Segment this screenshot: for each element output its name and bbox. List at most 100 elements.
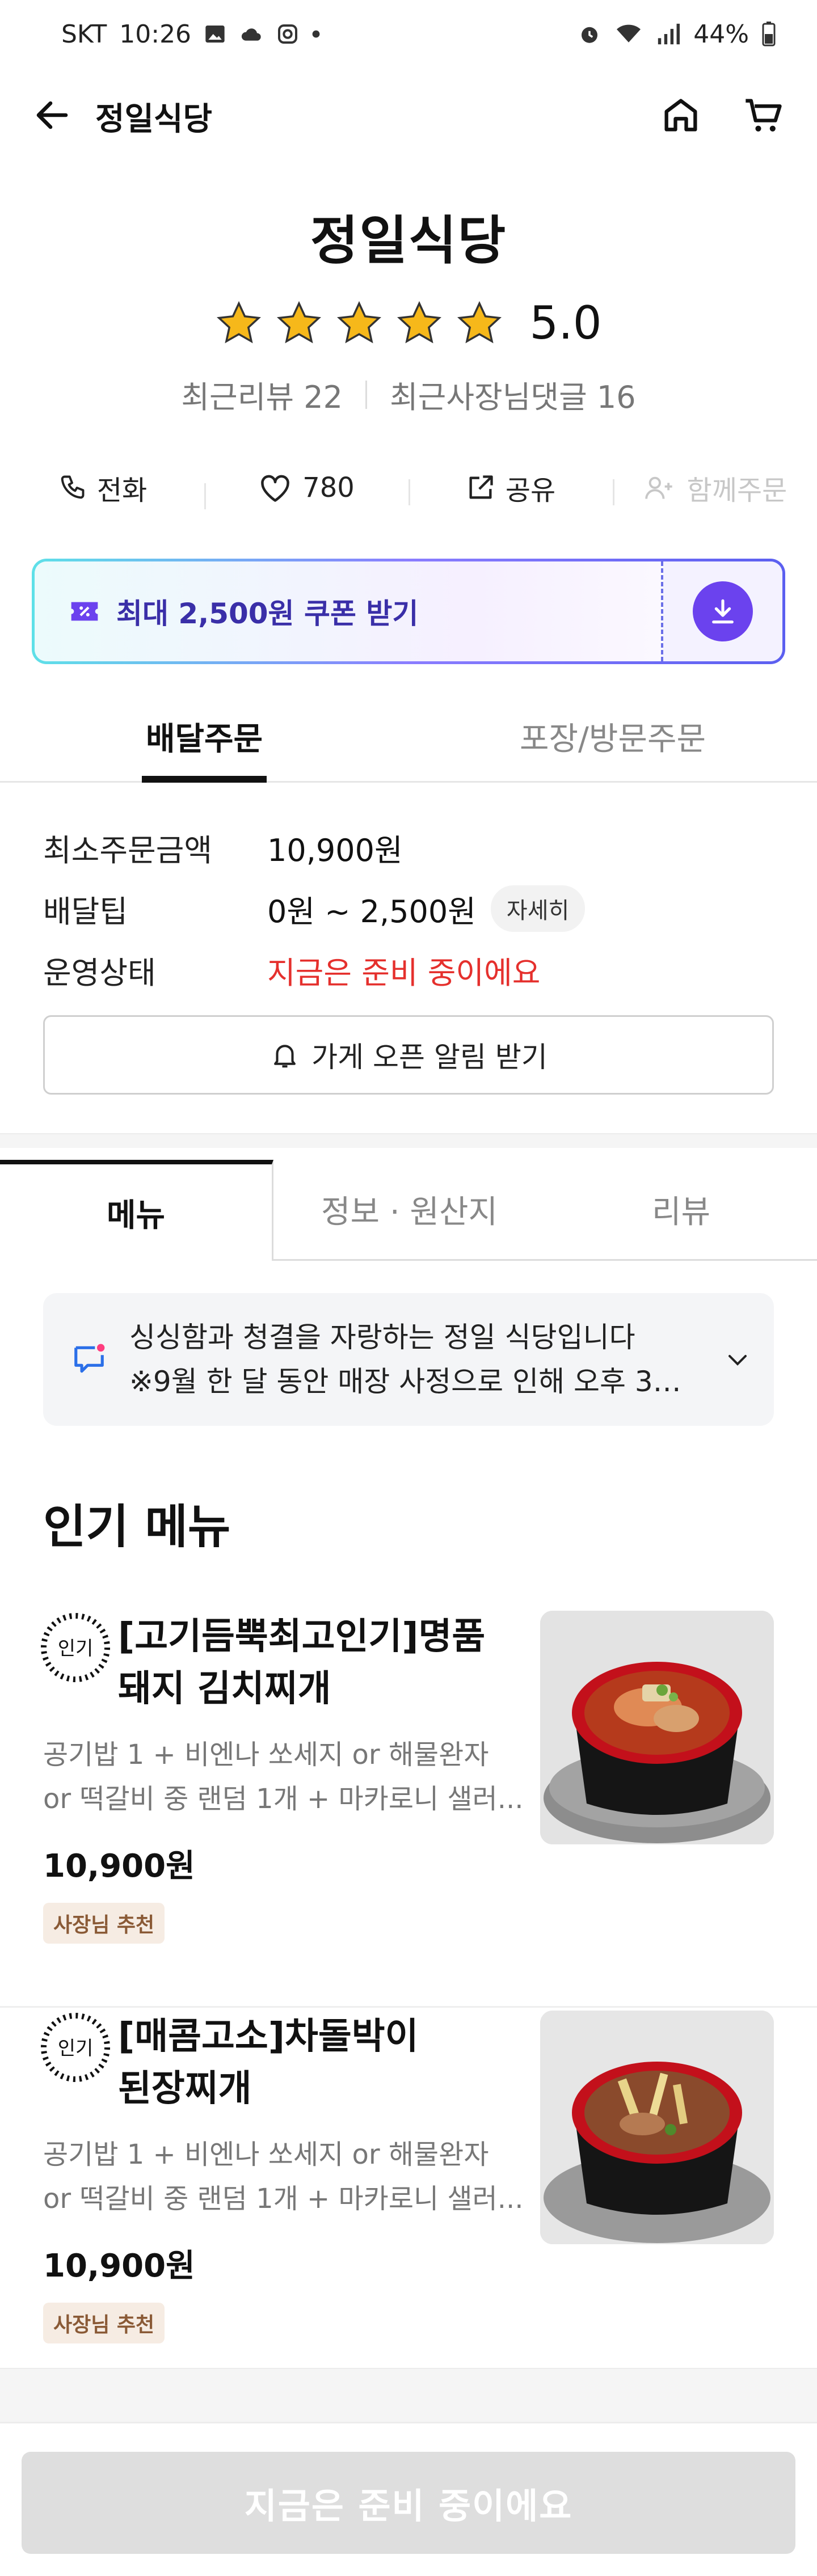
- chevron-down-icon[interactable]: [724, 1346, 751, 1373]
- store-notice[interactable]: 싱싱함과 청결을 자랑하는 정일 식당입니다 ※9월 한 달 동안 매장 사정으…: [43, 1293, 774, 1426]
- min-order-value: 10,900원: [267, 832, 403, 868]
- carrier: SKT: [61, 19, 107, 49]
- owner-pick-tag: 사장님 추천: [43, 2303, 165, 2343]
- star-icon: [217, 301, 262, 343]
- call-button[interactable]: 전화: [0, 468, 204, 508]
- tab-delivery[interactable]: 배달주문: [0, 703, 408, 783]
- share-icon: [469, 475, 493, 499]
- tab-menu[interactable]: 메뉴: [0, 1160, 273, 1261]
- rating-row: 5.0: [0, 297, 817, 349]
- order-button-disabled[interactable]: 지금은 준비 중이에요: [22, 2452, 795, 2554]
- app-bar: 정일식당: [0, 79, 817, 153]
- popular-badge: 인기: [39, 1611, 112, 1687]
- delivery-tip-value: 0원 ~ 2,500원: [267, 893, 476, 930]
- order-type-tabs: 배달주문 포장/방문주문: [0, 703, 817, 783]
- open-alarm-button[interactable]: 가게 오픈 알림 받기: [43, 1015, 774, 1095]
- bell-icon: [274, 1045, 296, 1068]
- star-icon: [277, 301, 322, 343]
- share-button[interactable]: 공유: [408, 468, 613, 508]
- tab-pickup[interactable]: 포장/방문주문: [408, 703, 817, 781]
- menu-item-price: 10,900원: [43, 1848, 195, 1885]
- status-bar: SKT 10:26 44%: [0, 0, 817, 68]
- popular-badge-label: 인기: [58, 1637, 94, 1660]
- download-icon: [712, 599, 734, 624]
- delivery-tip-row: 배달팁 0원 ~ 2,500원 자세히: [43, 878, 775, 939]
- heart-icon: [261, 475, 289, 502]
- menu-item-price: 10,900원: [43, 2248, 195, 2284]
- star-icon: [337, 301, 382, 343]
- section-divider: [0, 1133, 817, 1148]
- menu-item-name: [매콤고소]차돌박이 된장찌개: [118, 2011, 515, 2115]
- recent-reviews-link[interactable]: 최근리뷰 22: [181, 372, 343, 417]
- coupon-label: 최대 2,500원 쿠폰 받기: [116, 597, 419, 630]
- cloud-icon: [239, 23, 264, 45]
- review-summary: 최근리뷰 22 최근사장님댓글 16: [0, 372, 817, 417]
- menu-item-desc-line-2: or 떡갈비 중 랜덤 1개 + 마카로니 샐러...: [43, 2183, 524, 2215]
- popular-badge-label: 인기: [58, 2037, 94, 2060]
- popular-badge: 인기: [39, 2011, 112, 2087]
- owner-pick-tag: 사장님 추천: [43, 1903, 165, 1944]
- clock: 10:26: [119, 19, 192, 49]
- instagram-icon: [276, 23, 299, 45]
- signal-icon: [656, 23, 681, 45]
- wifi-icon: [614, 22, 643, 46]
- tab-reviews[interactable]: 리뷰: [545, 1160, 817, 1259]
- alarm-icon: [578, 22, 601, 46]
- menu-item-photo[interactable]: [540, 1611, 774, 1844]
- notice-line-2: ※9월 한 달 동안 매장 사정으로 인해 오후 3시...: [129, 1365, 691, 1398]
- open-alarm-label: 가게 오픈 알림 받기: [311, 1041, 548, 1074]
- rating-value: 5.0: [529, 297, 602, 349]
- star-icon: [457, 301, 502, 343]
- phone-icon: [61, 475, 85, 499]
- message-icon: [74, 1344, 105, 1373]
- store-actions: 전화 780 공유 함께주문: [0, 462, 817, 513]
- battery-icon: [761, 22, 776, 47]
- like-button[interactable]: 780: [204, 472, 408, 509]
- menu-item-name-line-1: [고기듬뿍최고인기]명품: [118, 1616, 486, 1658]
- menu-item[interactable]: 인기 [매콤고소]차돌박이 된장찌개 공기밥 1 + 비엔나 쏘세지 or 해물…: [0, 2011, 817, 2408]
- group-order-button[interactable]: 함께주문: [613, 468, 817, 508]
- coupon-download-button[interactable]: [663, 561, 782, 661]
- tip-detail-button[interactable]: 자세히: [490, 885, 586, 932]
- menu-item-photo[interactable]: [540, 2011, 774, 2244]
- add-person-icon: [645, 476, 672, 499]
- home-icon[interactable]: [659, 94, 702, 139]
- coupon-icon: [71, 602, 98, 621]
- coupon-banner[interactable]: 최대 2,500원 쿠폰 받기: [32, 559, 785, 664]
- gallery-icon: [204, 23, 226, 45]
- menu-tabs: 메뉴 정보 · 원산지 리뷰: [0, 1160, 817, 1261]
- back-arrow-icon[interactable]: [32, 95, 73, 138]
- menu-item-name-line-1: [매콤고소]차돌박이: [118, 2016, 419, 2058]
- store-name: 정일식당: [310, 210, 507, 271]
- cart-icon[interactable]: [742, 94, 785, 139]
- menu-item-name: [고기듬뿍최고인기]명품 돼지 김치찌개: [118, 1611, 515, 1715]
- call-label: 전화: [96, 475, 148, 506]
- delivery-tip-label: 배달팁: [43, 893, 128, 930]
- share-label: 공유: [505, 475, 556, 506]
- menu-item-description: 공기밥 1 + 비엔나 쏘세지 or 해물완자 or 떡갈비 중 랜덤 1개 +…: [43, 1733, 525, 1821]
- menu-item-name-line-2: 돼지 김치찌개: [118, 1668, 331, 1710]
- notice-line-1: 싱싱함과 청결을 자랑하는 정일 식당입니다: [129, 1321, 635, 1354]
- menu-item[interactable]: 인기 [고기듬뿍최고인기]명품 돼지 김치찌개 공기밥 1 + 비엔나 쏘세지 …: [0, 1611, 817, 2008]
- battery-level: 44%: [693, 19, 749, 49]
- store-header: 정일식당 5.0 최근리뷰 22 최근사장님댓글 16: [0, 199, 817, 417]
- menu-item-desc-line-1: 공기밥 1 + 비엔나 쏘세지 or 해물완자: [43, 2139, 489, 2170]
- min-order-label: 최소주문금액: [43, 832, 213, 868]
- delivery-info: 최소주문금액 10,900원 배달팁 0원 ~ 2,500원 자세히 운영상태 …: [43, 817, 775, 1095]
- menu-item-desc-line-2: or 떡갈비 중 랜덤 1개 + 마카로니 샐러...: [43, 1783, 524, 1815]
- bottom-spacer: [0, 2368, 817, 2422]
- header-title: 정일식당: [95, 100, 213, 138]
- popular-menu-title: 인기 메뉴: [43, 1500, 231, 1554]
- menu-item-name-line-2: 된장찌개: [118, 2068, 252, 2110]
- divider: [365, 380, 367, 409]
- store-status-label: 운영상태: [43, 955, 156, 991]
- bottom-bar: 지금은 준비 중이에요: [0, 2422, 817, 2576]
- menu-item-description: 공기밥 1 + 비엔나 쏘세지 or 해물완자 or 떡갈비 중 랜덤 1개 +…: [43, 2132, 525, 2221]
- star-icon: [397, 301, 442, 343]
- tab-info-origin[interactable]: 정보 · 원산지: [273, 1160, 545, 1259]
- dot-icon: [311, 29, 321, 39]
- store-status-value: 지금은 준비 중이에요: [267, 955, 541, 991]
- owner-replies-link[interactable]: 최근사장님댓글 16: [390, 372, 636, 417]
- min-order-row: 최소주문금액 10,900원: [43, 817, 775, 878]
- like-count: 780: [302, 472, 355, 504]
